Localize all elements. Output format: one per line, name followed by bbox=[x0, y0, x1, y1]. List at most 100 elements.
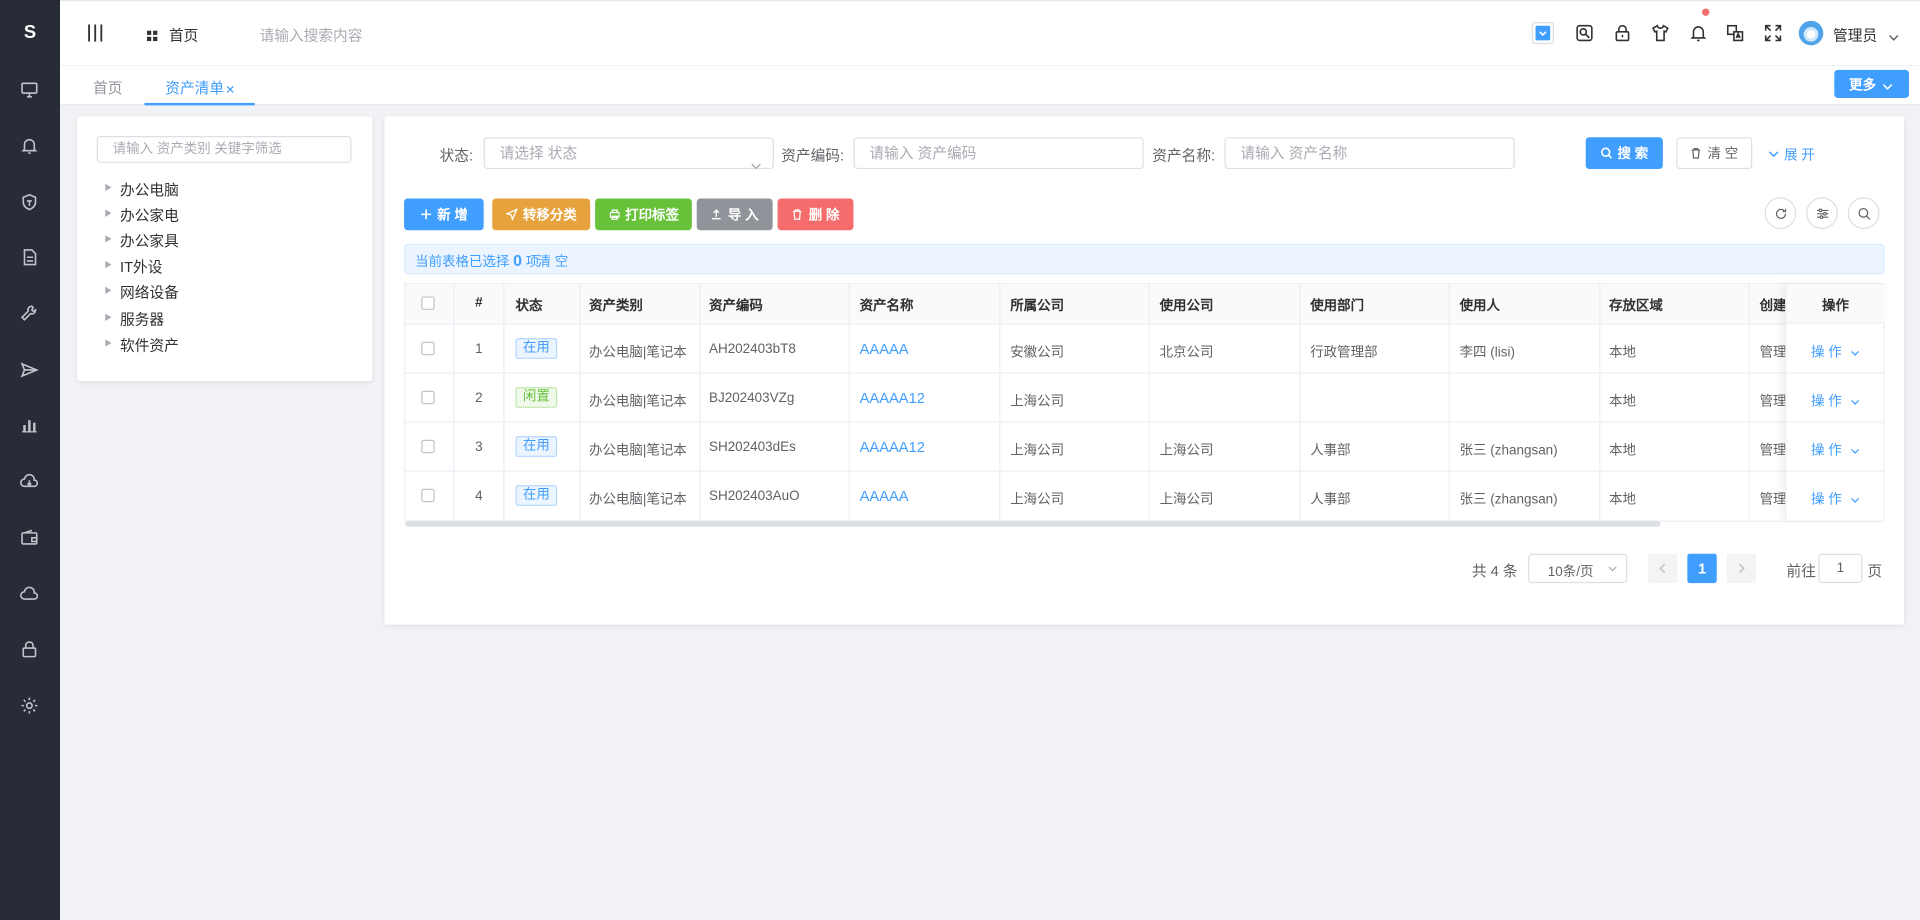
asset-name-input[interactable]: 请输入 资产名称 bbox=[1224, 137, 1515, 170]
tree-filter-input[interactable]: 请输入 资产类别 关键字筛选 bbox=[96, 135, 352, 163]
cell-category: 办公电脑|笔记本 bbox=[588, 345, 687, 361]
tree-item-label: 办公电脑 bbox=[120, 181, 179, 199]
menu-toggle-icon[interactable] bbox=[87, 24, 104, 42]
search-icon bbox=[1857, 207, 1870, 220]
gear-icon[interactable] bbox=[20, 696, 40, 716]
row-action-dropdown[interactable]: 操 作 bbox=[1811, 440, 1860, 460]
expand-toggle[interactable]: 展 开 bbox=[1768, 145, 1815, 165]
print-label-button[interactable]: 打印标签 bbox=[595, 198, 692, 231]
monitor-icon[interactable] bbox=[20, 80, 40, 100]
row-checkbox[interactable] bbox=[421, 390, 435, 405]
clear-button-label: 清 空 bbox=[1707, 147, 1739, 162]
header-company: 所属公司 bbox=[1010, 298, 1065, 314]
row-checkbox[interactable] bbox=[421, 341, 435, 356]
wrench-icon[interactable] bbox=[20, 304, 40, 324]
lock-icon[interactable] bbox=[1613, 23, 1633, 43]
row-divider bbox=[1786, 372, 1885, 374]
select-all-checkbox[interactable] bbox=[421, 296, 435, 310]
send-icon[interactable] bbox=[20, 360, 40, 380]
caret-right-icon bbox=[105, 183, 112, 192]
translate-icon[interactable] bbox=[1725, 23, 1745, 43]
cell-category: 办公电脑|笔记本 bbox=[588, 443, 687, 459]
transfer-category-button[interactable]: 转移分类 bbox=[492, 198, 591, 231]
next-page-button[interactable] bbox=[1726, 553, 1756, 584]
selection-text: 当前表格已选择 0 项 bbox=[415, 251, 539, 271]
page-number-current[interactable]: 1 bbox=[1687, 553, 1717, 584]
caret-right-icon bbox=[105, 313, 112, 321]
tab-asset-list[interactable]: 资产清单 bbox=[144, 69, 255, 106]
toggle-search-button[interactable] bbox=[1847, 197, 1880, 230]
asset-code-input[interactable]: 请输入 资产编码 bbox=[853, 137, 1144, 170]
chevron-down-icon bbox=[1851, 448, 1860, 454]
global-search-input[interactable]: 请输入搜索内容 bbox=[260, 25, 363, 46]
plus-icon bbox=[421, 209, 431, 220]
asset-name-link[interactable]: AAAAA12 bbox=[860, 439, 925, 456]
asset-name-link[interactable]: AAAAA bbox=[860, 488, 909, 505]
breadcrumb-home[interactable]: 首页 bbox=[169, 25, 198, 46]
delete-button[interactable]: 删 除 bbox=[777, 198, 854, 231]
bell-icon[interactable] bbox=[20, 136, 40, 156]
sliders-icon bbox=[1816, 207, 1828, 219]
tree-item-label: 服务器 bbox=[120, 311, 165, 329]
goto-suffix: 页 bbox=[1867, 562, 1883, 580]
more-button[interactable]: 更多 bbox=[1834, 69, 1909, 99]
selection-clear-link[interactable]: 清 空 bbox=[538, 251, 569, 271]
cell-use-company: 上海公司 bbox=[1159, 443, 1214, 459]
document-icon[interactable] bbox=[20, 247, 40, 267]
bar-chart-icon[interactable] bbox=[20, 415, 40, 435]
row-action-dropdown[interactable]: 操 作 bbox=[1811, 342, 1860, 362]
cell-storage-area: 本地 bbox=[1608, 492, 1636, 508]
avatar[interactable] bbox=[1798, 20, 1824, 46]
tab-home[interactable]: 首页 bbox=[93, 77, 122, 98]
asset-name-link[interactable]: AAAAA bbox=[860, 341, 909, 358]
column-settings-button[interactable] bbox=[1806, 197, 1838, 230]
row-index: 1 bbox=[475, 341, 483, 357]
cell-code: BJ202403VZg bbox=[708, 390, 795, 406]
lock-icon[interactable] bbox=[20, 639, 40, 659]
import-button[interactable]: 导 入 bbox=[696, 198, 773, 231]
row-checkbox[interactable] bbox=[421, 488, 435, 503]
row-action-label: 操 作 bbox=[1811, 394, 1842, 410]
theme-dropdown[interactable] bbox=[1531, 22, 1554, 45]
horizontal-scrollbar[interactable] bbox=[405, 520, 1661, 527]
row-action-dropdown[interactable]: 操 作 bbox=[1811, 391, 1860, 411]
shirt-icon[interactable] bbox=[1651, 23, 1671, 43]
import-button-label: 导 入 bbox=[727, 208, 759, 223]
chevron-down-icon[interactable] bbox=[1888, 28, 1899, 41]
status-select[interactable]: 请选择 状态 bbox=[483, 137, 774, 170]
app-logo[interactable]: S bbox=[0, 0, 60, 65]
cell-company: 上海公司 bbox=[1010, 443, 1065, 459]
search-button[interactable]: 搜 索 bbox=[1585, 137, 1663, 170]
page-size-value: 10条/页 bbox=[1547, 564, 1594, 580]
image-search-icon[interactable] bbox=[1575, 23, 1595, 43]
page-size-select[interactable]: 10条/页 bbox=[1528, 553, 1628, 584]
row-divider bbox=[1786, 470, 1885, 472]
column-divider bbox=[1448, 282, 1450, 522]
row-action-dropdown[interactable]: 操 作 bbox=[1811, 489, 1860, 509]
header-status: 状态 bbox=[515, 298, 543, 314]
bell-icon[interactable] bbox=[1689, 23, 1709, 43]
add-button[interactable]: 新 增 bbox=[404, 198, 484, 231]
refresh-button[interactable] bbox=[1764, 197, 1797, 230]
row-checkbox[interactable] bbox=[421, 439, 435, 454]
wallet-icon[interactable] bbox=[20, 528, 40, 548]
header-storage-area: 存放区域 bbox=[1608, 298, 1663, 314]
status-badge: 闲置 bbox=[515, 387, 558, 408]
cloud-icon[interactable] bbox=[20, 584, 40, 604]
more-button-label: 更多 bbox=[1848, 78, 1876, 94]
user-name[interactable]: 管理员 bbox=[1833, 25, 1877, 46]
caret-right-icon bbox=[105, 260, 112, 269]
close-icon[interactable] bbox=[225, 81, 235, 93]
notification-dot bbox=[1702, 8, 1710, 16]
cell-company: 上海公司 bbox=[1010, 394, 1065, 410]
asset-name-link[interactable]: AAAAA12 bbox=[860, 390, 925, 407]
status-label: 状态: bbox=[439, 147, 474, 165]
prev-page-button[interactable] bbox=[1648, 553, 1678, 584]
goto-page-input[interactable]: 1 bbox=[1818, 553, 1863, 584]
header-operation: 操作 bbox=[1822, 298, 1849, 314]
cloud-download-icon[interactable] bbox=[20, 472, 40, 492]
shield-icon[interactable] bbox=[20, 192, 40, 212]
clear-button[interactable]: 清 空 bbox=[1676, 137, 1753, 170]
fullscreen-icon[interactable] bbox=[1763, 23, 1783, 43]
chevron-down-icon bbox=[1851, 497, 1860, 503]
